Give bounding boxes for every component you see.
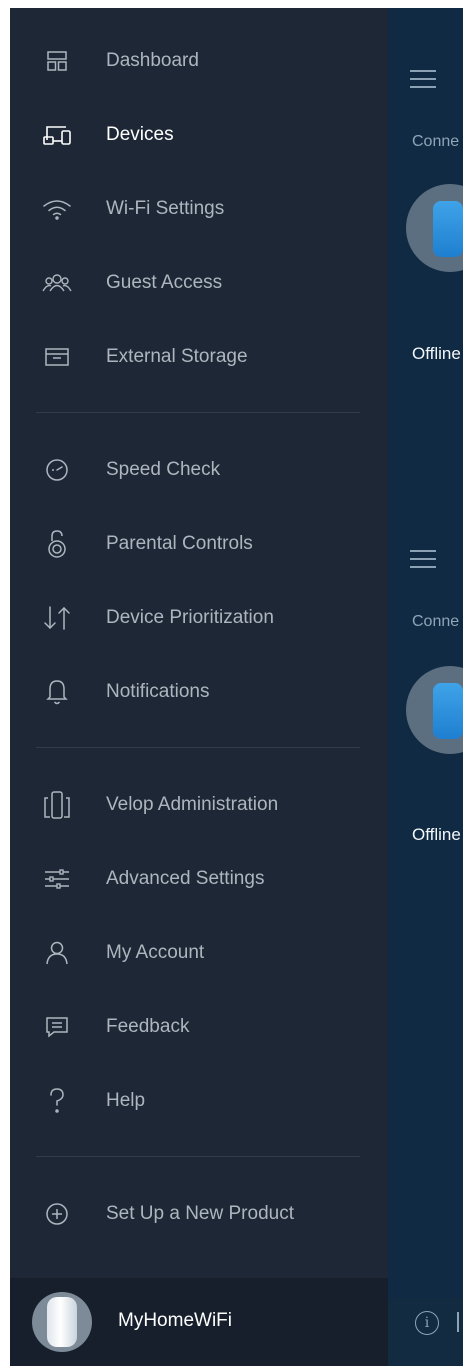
menu-item-notifications[interactable]: Notifications xyxy=(10,662,388,722)
devices-icon xyxy=(42,120,72,150)
wifi-icon xyxy=(42,194,72,224)
menu-item-set-up-new-product[interactable]: Set Up a New Product xyxy=(10,1184,388,1244)
menu-label: Feedback xyxy=(106,1016,190,1037)
menu-label: Dashboard xyxy=(106,50,199,71)
menu-divider xyxy=(36,747,360,748)
velop-admin-icon xyxy=(42,790,72,820)
menu-label: Advanced Settings xyxy=(106,868,265,889)
menu-item-advanced-settings[interactable]: Advanced Settings xyxy=(10,849,388,909)
menu-divider xyxy=(36,412,360,413)
help-icon xyxy=(42,1086,72,1116)
hamburger-menu-icon-2[interactable] xyxy=(410,550,436,574)
network-footer[interactable]: MyHomeWiFi xyxy=(10,1278,388,1366)
menu-label: My Account xyxy=(106,942,205,963)
velop-node-icon xyxy=(47,1297,77,1347)
menu-label: Devices xyxy=(106,124,174,145)
navigation-drawer: Dashboard Devices Wi-Fi Settings Guest A… xyxy=(10,8,388,1366)
guest-access-icon xyxy=(42,268,72,298)
bell-icon xyxy=(42,677,72,707)
dashboard-icon xyxy=(42,46,72,76)
menu-item-feedback[interactable]: Feedback xyxy=(10,997,388,1057)
app-frame: Conne Offline Conne Offline i Dashboard xyxy=(10,8,463,1366)
menu-label: Guest Access xyxy=(106,272,223,293)
velop-node-icon xyxy=(433,201,463,257)
velop-node-icon-2 xyxy=(433,683,463,739)
background-dashboard-card-2 xyxy=(388,490,463,1300)
menu-item-external-storage[interactable]: External Storage xyxy=(10,327,388,387)
hamburger-menu-icon[interactable] xyxy=(410,70,436,94)
account-icon xyxy=(42,938,72,968)
network-avatar xyxy=(32,1292,92,1352)
menu-label: Set Up a New Product xyxy=(106,1203,294,1224)
offline-label-2: Offline xyxy=(412,825,461,844)
menu-item-guest-access[interactable]: Guest Access xyxy=(10,253,388,313)
menu-label: Device Prioritization xyxy=(106,607,274,628)
menu-label: Help xyxy=(106,1090,146,1111)
prioritization-icon xyxy=(42,603,72,633)
menu-item-wifi-settings[interactable]: Wi-Fi Settings xyxy=(10,179,388,239)
menu-label: External Storage xyxy=(106,346,248,367)
connected-label-2: Conne xyxy=(412,613,460,630)
menu-label: Parental Controls xyxy=(106,533,253,554)
add-circle-icon xyxy=(42,1199,72,1229)
menu-label: Velop Administration xyxy=(106,794,279,815)
network-name: MyHomeWiFi xyxy=(118,1310,232,1331)
menu-label: Notifications xyxy=(106,681,210,702)
menu-divider xyxy=(36,1156,360,1157)
menu-item-speed-check[interactable]: Speed Check xyxy=(10,440,388,500)
speed-check-icon xyxy=(42,455,72,485)
connected-label: Conne xyxy=(412,133,460,150)
menu-item-device-prioritization[interactable]: Device Prioritization xyxy=(10,588,388,648)
info-icon[interactable]: i xyxy=(415,1311,439,1335)
menu-item-my-account[interactable]: My Account xyxy=(10,923,388,983)
offline-label: Offline xyxy=(412,344,461,363)
menu-label: Speed Check xyxy=(106,459,221,480)
menu-item-help[interactable]: Help xyxy=(10,1071,388,1131)
parental-controls-icon xyxy=(42,529,72,559)
background-footer-text-fragment xyxy=(457,1312,459,1332)
menu-label: Wi-Fi Settings xyxy=(106,198,225,219)
feedback-icon xyxy=(42,1012,72,1042)
external-storage-icon xyxy=(42,342,72,372)
menu-item-parental-controls[interactable]: Parental Controls xyxy=(10,514,388,574)
sliders-icon xyxy=(42,864,72,894)
menu-item-velop-administration[interactable]: Velop Administration xyxy=(10,775,388,835)
menu-item-dashboard[interactable]: Dashboard xyxy=(10,31,388,91)
menu-item-devices[interactable]: Devices xyxy=(10,105,388,165)
